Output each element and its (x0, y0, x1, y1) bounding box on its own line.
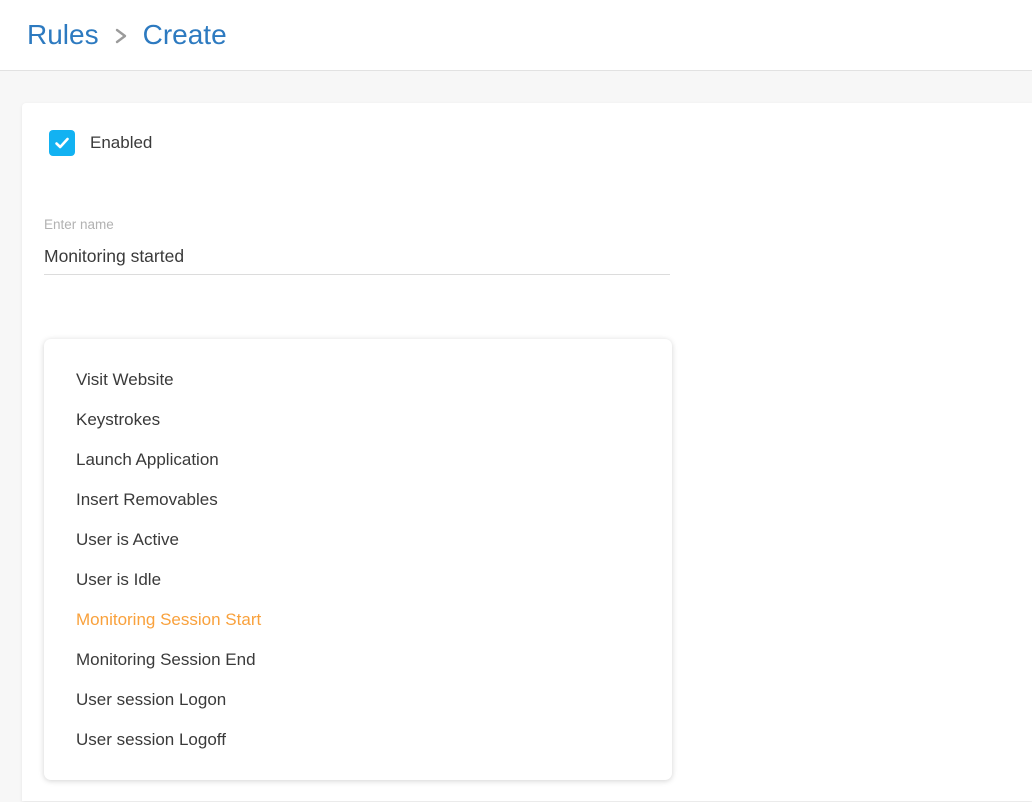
name-field: Enter name (44, 217, 1032, 275)
checkmark-icon (53, 134, 71, 152)
list-item[interactable]: User session Logoff (44, 720, 672, 760)
list-item[interactable]: Monitoring Session End (44, 640, 672, 680)
trigger-list-panel: Visit WebsiteKeystrokesLaunch Applicatio… (44, 339, 672, 780)
list-item[interactable]: User is Active (44, 520, 672, 560)
enabled-checkbox-row[interactable]: Enabled (49, 130, 152, 156)
list-item[interactable]: Keystrokes (44, 400, 672, 440)
create-rule-card: Enabled Enter name Visit WebsiteKeystrok… (22, 103, 1032, 801)
list-item[interactable]: User session Logon (44, 680, 672, 720)
breadcrumb-rules[interactable]: Rules (27, 19, 99, 51)
list-item[interactable]: Visit Website (44, 360, 672, 400)
enabled-checkbox-label: Enabled (90, 133, 152, 153)
breadcrumb: Rules Create (27, 19, 227, 51)
enabled-checkbox[interactable] (49, 130, 75, 156)
breadcrumb-create[interactable]: Create (143, 19, 227, 51)
list-item[interactable]: Insert Removables (44, 480, 672, 520)
list-item[interactable]: Launch Application (44, 440, 672, 480)
list-item[interactable]: Monitoring Session Start (44, 600, 672, 640)
list-item[interactable]: User is Idle (44, 560, 672, 600)
name-input[interactable] (44, 246, 670, 275)
page-body: Enabled Enter name Visit WebsiteKeystrok… (0, 103, 1032, 801)
page-header: Rules Create (0, 0, 1032, 71)
chevron-right-icon (114, 25, 128, 47)
name-field-label: Enter name (44, 217, 1032, 233)
